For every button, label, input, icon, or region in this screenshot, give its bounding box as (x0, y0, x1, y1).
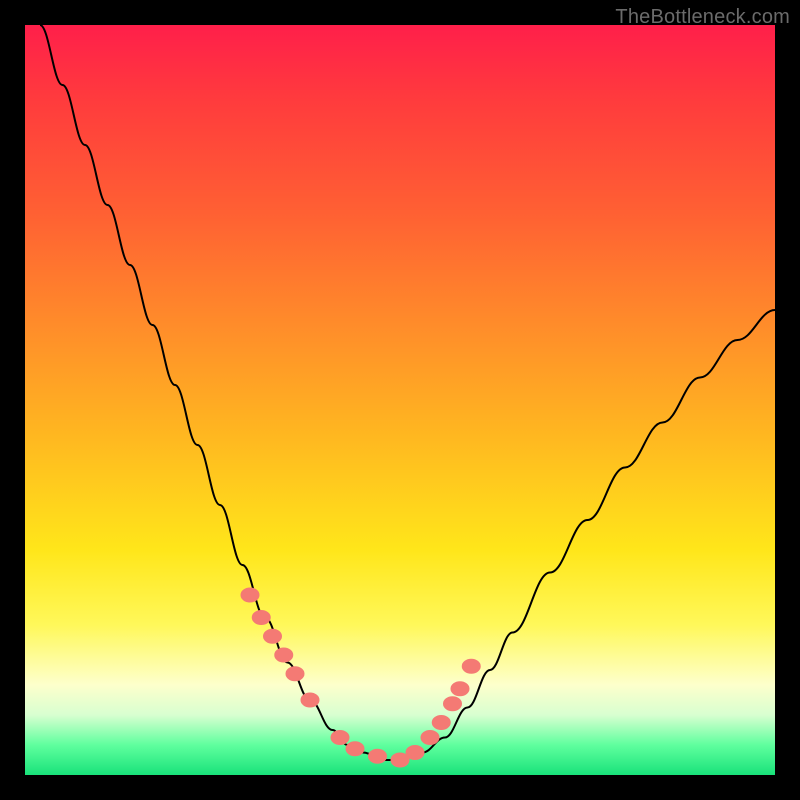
marker-dot (462, 659, 480, 673)
marker-dot (451, 682, 469, 696)
bottleneck-curve (40, 25, 775, 760)
chart-svg (25, 25, 775, 775)
marker-dot (252, 611, 270, 625)
marker-group (241, 588, 480, 767)
marker-dot (421, 731, 439, 745)
marker-dot (406, 746, 424, 760)
marker-dot (275, 648, 293, 662)
marker-dot (241, 588, 259, 602)
marker-dot (331, 731, 349, 745)
marker-dot (346, 742, 364, 756)
marker-dot (264, 629, 282, 643)
marker-dot (301, 693, 319, 707)
marker-dot (369, 749, 387, 763)
marker-dot (286, 667, 304, 681)
marker-dot (432, 716, 450, 730)
marker-dot (444, 697, 462, 711)
